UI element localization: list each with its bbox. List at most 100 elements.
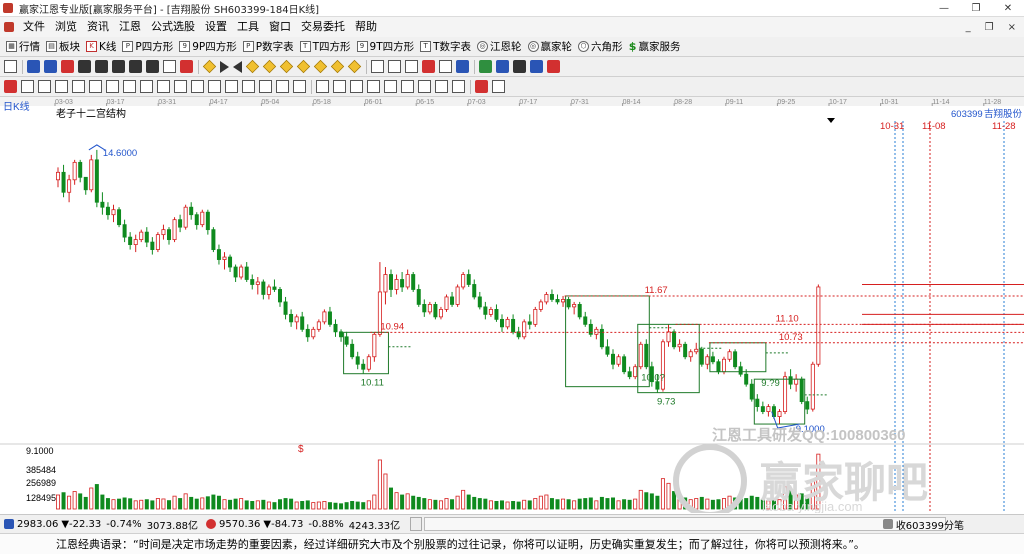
menu-tools[interactable]: 工具 [232,17,264,37]
t-table-button[interactable]: T T数字表 [420,38,471,55]
wave-tool-icon[interactable] [259,80,272,93]
time-zone-icon[interactable] [316,80,329,93]
flag-icon[interactable] [180,60,193,73]
menu-settings[interactable]: 设置 [200,17,232,37]
diamond-tool-6-icon[interactable] [330,59,345,74]
status-scrollbar[interactable] [424,517,947,531]
t-square-button[interactable]: T T四方形 [299,38,351,55]
volume-bar [133,500,138,510]
parallel-line-icon[interactable] [55,80,68,93]
bar-tool-icon[interactable] [112,60,125,73]
candle-tool-icon[interactable] [129,60,142,73]
fan-line-icon[interactable] [72,80,85,93]
arc-tool-icon[interactable] [191,80,204,93]
channel-icon[interactable] [89,80,102,93]
winner-wheel-button[interactable]: ◎ 赢家轮 [527,38,572,55]
gann-fan-icon[interactable] [140,80,153,93]
fibonacci-icon[interactable] [106,80,119,93]
layout-icon[interactable] [4,60,17,73]
color-picker-icon[interactable] [475,80,488,93]
blocks-button[interactable]: ▤ 板块 [46,38,80,55]
mdi-minimize-button[interactable]: _ [966,22,971,33]
text-tool-icon[interactable] [21,80,34,93]
horizontal-line-icon[interactable] [435,80,448,93]
pen-icon[interactable] [4,80,17,93]
kline-chart[interactable]: 03-03 03-17 03-31 04-17 05-04 05-18 06-01 06-15… [0,97,1024,518]
menu-trade[interactable]: 交易委托 [296,17,350,37]
kline-chart-svg[interactable]: 03-03 03-17 03-31 04-17 05-04 05-18 06-01 06-15… [0,97,1024,518]
menu-help[interactable]: 帮助 [350,17,382,37]
square-tool-icon[interactable] [350,80,363,93]
delete-drawings-icon[interactable] [452,80,465,93]
9t-square-button[interactable]: 9 9T四方形 [356,38,414,55]
spiral-tool-icon[interactable] [242,80,255,93]
vertical-line-icon[interactable] [418,80,431,93]
price-zone-icon[interactable] [333,80,346,93]
cut-icon[interactable] [547,60,560,73]
menu-gann[interactable]: 江恩 [114,17,146,37]
zoom-icon[interactable] [439,60,452,73]
sz-index[interactable]: 9570.36 [219,519,260,530]
menu-file[interactable]: 文件 [18,17,50,37]
angle-tool-icon[interactable] [276,80,289,93]
tick-detail[interactable]: 收603399分笔 [879,515,964,533]
triangle-tool-icon[interactable] [225,80,238,93]
close-button[interactable]: ✕ [992,0,1024,16]
infinity-icon[interactable] [492,80,505,93]
diamond-tool-5-icon[interactable] [313,59,328,74]
arrow-tool-icon[interactable] [405,60,418,73]
ruler-icon[interactable] [78,60,91,73]
gann-wheel-button[interactable]: ◎ 江恩轮 [477,38,522,55]
flow-icon[interactable] [456,60,469,73]
diamond-tool-7-icon[interactable] [347,59,362,74]
sh-index[interactable]: 2983.06 [17,519,58,530]
database-icon[interactable] [496,60,509,73]
crosshair-icon[interactable] [388,60,401,73]
segment-tool-icon[interactable] [401,80,414,93]
play-icon[interactable] [220,60,229,73]
stick-tool-icon[interactable] [146,60,159,73]
back-icon[interactable] [233,60,242,73]
app-menu-icon[interactable] [4,22,14,32]
hexagon-button[interactable]: ⬡ 六角形 [578,38,623,55]
rectangle-tool-icon[interactable] [208,80,221,93]
quotes-button[interactable]: ▦ 行情 [6,38,40,55]
menu-window[interactable]: 窗口 [264,17,296,37]
p-table-button[interactable]: P P数字表 [242,38,294,55]
diamond-tool-3-icon[interactable] [279,59,294,74]
diamond-tool-2-icon[interactable] [262,59,277,74]
screen-icon[interactable] [530,60,543,73]
cycle-line-icon[interactable] [123,80,136,93]
9p-square-button[interactable]: 9 9P四方形 [179,38,237,55]
circle-tool-icon[interactable] [174,80,187,93]
calendar-icon[interactable] [479,60,492,73]
dropdown-arrow-icon[interactable] [827,118,835,123]
ray-tool-icon[interactable] [384,80,397,93]
save-icon[interactable] [513,60,526,73]
arrow-left-end-icon[interactable] [202,59,217,74]
scrollbar-left-icon[interactable] [410,517,423,531]
winner-service-button[interactable]: $ 赢家服务 [629,38,681,55]
pattern-icon[interactable] [27,60,40,73]
diamond-tool-4-icon[interactable] [296,59,311,74]
indicator-icon[interactable] [61,60,74,73]
minimize-button[interactable]: — [928,0,960,16]
gann-box-icon[interactable] [157,80,170,93]
menu-formula[interactable]: 公式选股 [146,17,200,37]
chart-settings-icon[interactable] [44,60,57,73]
mdi-restore-button[interactable]: ❐ [985,22,994,33]
p-square-button[interactable]: P P四方形 [122,38,173,55]
kline-button[interactable]: K K线 [86,38,116,55]
menu-browse[interactable]: 浏览 [50,17,82,37]
mdi-close-button[interactable]: × [1008,22,1016,33]
menu-info[interactable]: 资讯 [82,17,114,37]
zero-tool-icon[interactable] [163,60,176,73]
line-tool-icon[interactable] [95,60,108,73]
trend-line-icon[interactable] [38,80,51,93]
grid-tool-icon[interactable] [367,80,380,93]
speed-line-icon[interactable] [293,80,306,93]
hand-tool-icon[interactable] [371,60,384,73]
restore-button[interactable]: ❐ [960,0,992,16]
diamond-tool-1-icon[interactable] [245,59,260,74]
gift-icon[interactable] [422,60,435,73]
